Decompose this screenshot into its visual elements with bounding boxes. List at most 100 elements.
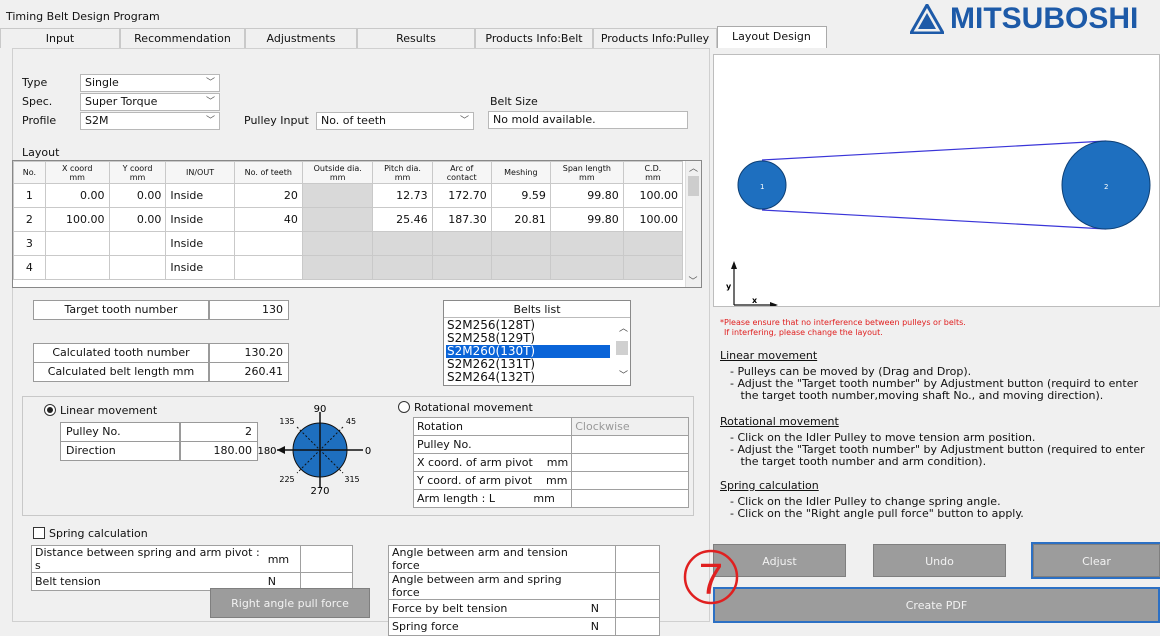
help-spring-title: Spring calculation [720, 479, 819, 492]
table-cell[interactable]: Inside [165, 255, 235, 280]
direction-input[interactable]: 180.00 [180, 441, 258, 461]
compass-45: 45 [346, 417, 356, 426]
scroll-up-icon[interactable]: ︿ [619, 321, 628, 334]
layout-label: Layout [22, 146, 60, 159]
tab-products-belt[interactable]: Products Info:Belt [475, 28, 593, 48]
pulley-no-label: Pulley No. [60, 422, 180, 442]
type-label: Type [22, 76, 48, 89]
table-cell[interactable]: 3 [13, 231, 46, 256]
column-header: Span length mm [549, 161, 624, 184]
direction-compass[interactable]: 90 45 0 135 180 225 270 315 [255, 402, 385, 494]
type-value: Single [85, 76, 119, 89]
clear-button[interactable]: Clear [1031, 542, 1160, 579]
belts-list-title: Belts list [444, 301, 630, 318]
spring-value[interactable] [300, 545, 353, 573]
chevron-down-icon: ﹀ [205, 78, 215, 88]
column-header: No. of teeth [233, 161, 303, 184]
tab-recommendation[interactable]: Recommendation [120, 28, 245, 48]
scroll-thumb[interactable] [688, 176, 699, 196]
table-cell: 9.59 [490, 183, 551, 208]
table-cell[interactable] [44, 255, 110, 280]
undo-button[interactable]: Undo [873, 544, 1006, 577]
table-cell [431, 231, 492, 256]
right-angle-pull-force-button[interactable]: Right angle pull force [210, 588, 370, 618]
table-cell[interactable] [108, 255, 167, 280]
table-cell [372, 255, 433, 280]
help-line: the target tooth number,moving shaft No.… [730, 389, 1104, 402]
table-scrollbar[interactable]: ︿ ﹀ [685, 161, 701, 287]
column-header: IN/OUT [165, 161, 235, 184]
table-cell[interactable]: 0.00 [44, 183, 110, 208]
scroll-up-icon[interactable]: ︿ [686, 161, 701, 174]
table-cell[interactable]: Inside [165, 231, 235, 256]
tab-adjustments[interactable]: Adjustments [245, 28, 357, 48]
table-cell [301, 231, 374, 256]
scroll-down-icon[interactable]: ﹀ [619, 368, 628, 381]
table-cell[interactable] [233, 231, 303, 256]
help-spring: Spring calculation - Click on the Idler … [720, 480, 1160, 520]
type-select[interactable]: Single ﹀ [80, 74, 220, 92]
help-rot-title: Rotational movement [720, 415, 839, 428]
scroll-thumb[interactable] [616, 341, 628, 355]
pulley-no-input[interactable]: 2 [180, 422, 258, 442]
tab-results[interactable]: Results [357, 28, 475, 48]
table-cell[interactable] [233, 255, 303, 280]
spring-calculation-checkbox[interactable]: Spring calculation [33, 527, 148, 540]
scroll-down-icon[interactable]: ﹀ [686, 274, 700, 287]
target-tooth-label: Target tooth number [33, 300, 209, 320]
spring-value[interactable] [615, 545, 660, 573]
profile-select[interactable]: S2M ﹀ [80, 112, 220, 130]
rotational-movement-radio[interactable]: Rotational movement [398, 401, 533, 414]
table-cell[interactable]: Inside [165, 183, 235, 208]
pulley-1-label: 1 [760, 183, 764, 191]
spec-select[interactable]: Super Torque ﹀ [80, 93, 220, 111]
rotational-table: Rotation Clockwise Pulley No. X coord. of a… [412, 417, 689, 508]
rotational-value[interactable] [571, 453, 689, 472]
create-pdf-button[interactable]: Create PDF [713, 587, 1160, 623]
table-cell [301, 255, 374, 280]
table-row: X coord. of arm pivot mm [412, 453, 689, 472]
table-cell[interactable] [44, 231, 110, 256]
calc-tooth-label: Calculated tooth number [33, 343, 209, 363]
profile-value: S2M [85, 114, 109, 127]
spring-value[interactable] [615, 617, 660, 636]
rotational-value[interactable] [571, 435, 689, 454]
table-cell[interactable]: 100.00 [44, 207, 110, 232]
table-cell[interactable]: 0.00 [108, 207, 167, 232]
target-tooth-input[interactable]: 130 [209, 300, 289, 320]
table-cell[interactable]: 2 [13, 207, 46, 232]
help-linear-title: Linear movement [720, 349, 818, 362]
table-row[interactable]: 4 Inside [13, 255, 684, 280]
table-cell[interactable]: 40 [233, 207, 303, 232]
spring-value[interactable] [615, 599, 660, 618]
table-cell[interactable]: 4 [13, 255, 46, 280]
belt-list-item[interactable]: S2M264(132T) [446, 371, 610, 384]
rotational-value[interactable]: Clockwise [571, 417, 689, 436]
tab-layout-design[interactable]: Layout Design [717, 26, 827, 48]
table-row[interactable]: 1 0.00 0.00 Inside 20 12.73 172.70 9.59 99.80 100… [13, 183, 684, 208]
layout-canvas[interactable]: 1 2 y x [713, 54, 1160, 308]
brand-logo: MITSUBOSHI [910, 2, 1138, 36]
compass-180: 180 [257, 446, 276, 457]
tab-products-pulley[interactable]: Products Info:Pulley [593, 28, 717, 48]
rotational-value[interactable] [571, 489, 689, 508]
spec-value: Super Torque [85, 95, 158, 108]
pulley-diagram[interactable]: 1 2 y x [714, 55, 1159, 308]
arrow-right-icon [770, 302, 778, 308]
table-cell[interactable] [108, 231, 167, 256]
table-row[interactable]: 2 100.00 0.00 Inside 40 25.46 187.30 20.81 99.80… [13, 207, 684, 232]
table-cell[interactable]: 20 [233, 183, 303, 208]
rotational-value[interactable] [571, 471, 689, 490]
help-line: - Click on the "Right angle pull force" … [730, 507, 1024, 520]
x-axis-label: x [752, 296, 758, 305]
spring-value[interactable] [615, 572, 660, 600]
tab-input[interactable]: Input [0, 28, 120, 48]
table-cell[interactable]: 0.00 [108, 183, 167, 208]
linear-movement-radio[interactable]: Linear movement [44, 404, 157, 417]
table-row[interactable]: 3 Inside [13, 231, 684, 256]
table-cell[interactable]: 1 [13, 183, 46, 208]
compass-315: 315 [344, 475, 359, 484]
pulley-input-select[interactable]: No. of teeth ﹀ [316, 112, 474, 130]
table-cell[interactable]: Inside [165, 207, 235, 232]
belts-list[interactable]: Belts list S2M256(128T) S2M258(129T) S2M26… [443, 300, 631, 386]
